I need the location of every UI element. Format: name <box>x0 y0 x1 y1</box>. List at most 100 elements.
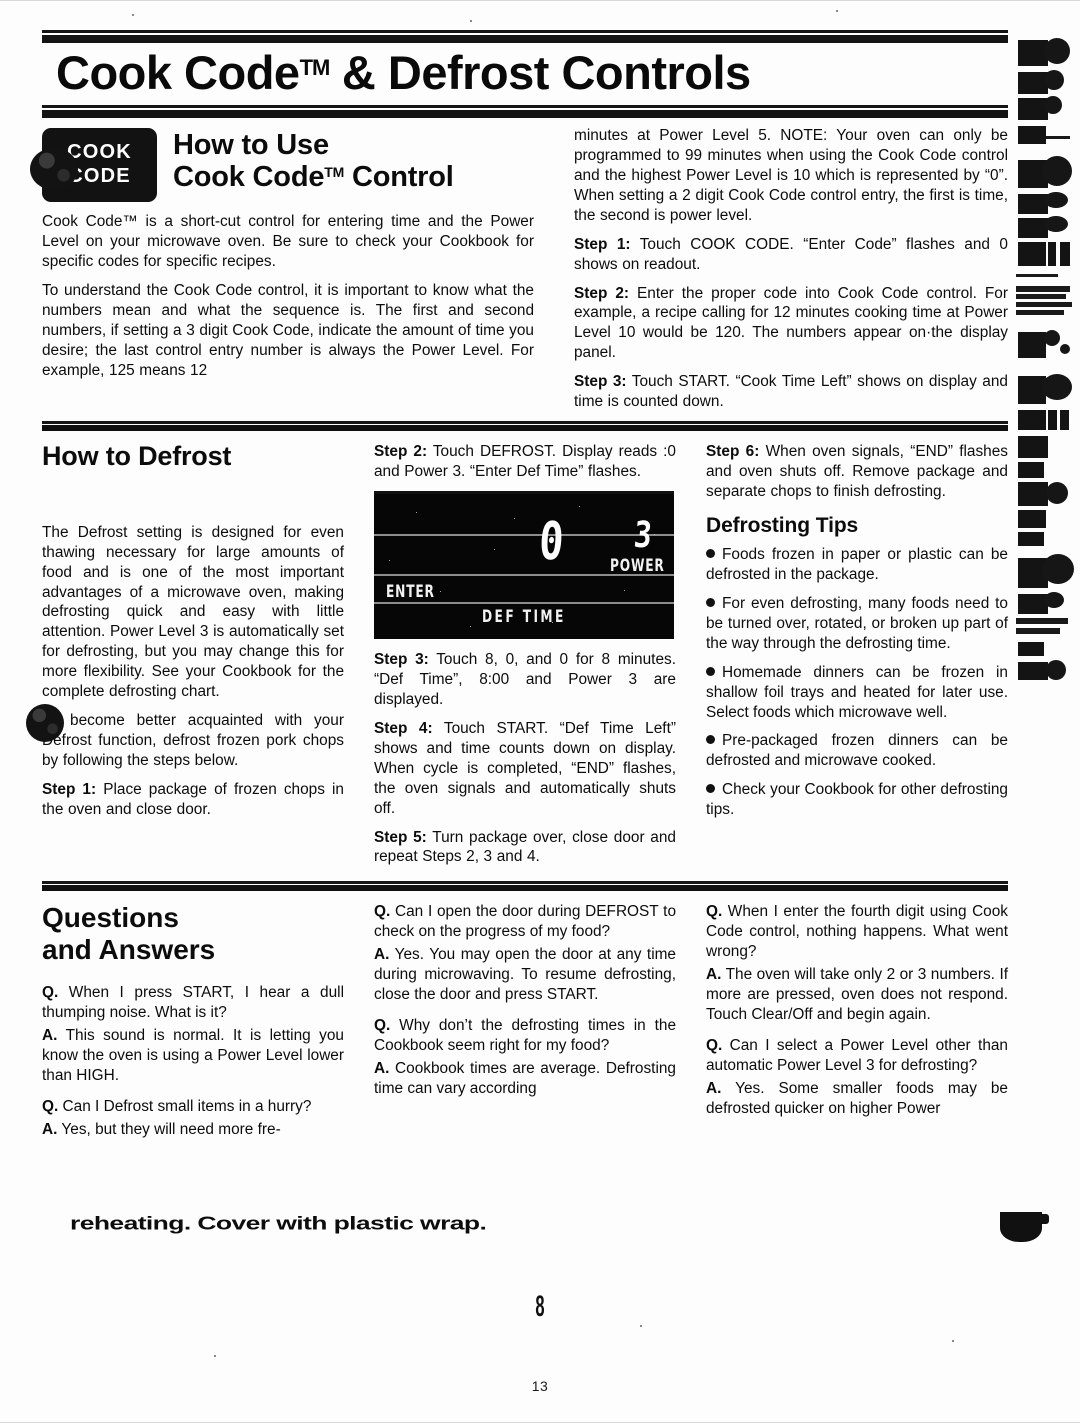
how-to-use-heading: How to Use Cook CodeTM Control <box>173 126 454 194</box>
qa-item-2-a-text: Yes, but they will need more fre- <box>57 1120 281 1138</box>
scan-blob-artifact-top-left <box>30 148 78 190</box>
defrost-step-3: Step 3: Touch 8, 0, and 0 for 8 minutes.… <box>374 650 676 710</box>
qa-item-6-answer: A. Yes. Some smaller foods may be defros… <box>706 1079 1008 1119</box>
masthead: Cook CodeTM & Defrost Controls <box>42 30 1008 118</box>
bullet-icon <box>706 597 715 607</box>
qa-item-3-q-text: Can I open the door during DEFROST to ch… <box>374 903 676 941</box>
qa-item-5-question: Q. When I enter the fourth digit using C… <box>706 902 1008 962</box>
bullet-icon <box>706 548 715 558</box>
display-power-label: POWER <box>610 556 665 576</box>
cook-code-step-1-text: Touch COOK CODE. “Enter Code” flashes an… <box>574 235 1008 273</box>
cook-code-step-1: Step 1: Touch COOK CODE. “Enter Code” fl… <box>574 235 1008 275</box>
qa-item-1-answer: A. This sound is normal. It is letting y… <box>42 1026 344 1086</box>
qa-item-1-q-text: When I press START, I hear a dull thumpi… <box>42 984 344 1022</box>
trademark-symbol: TM <box>299 55 331 80</box>
qa-item-5-q-text: When I enter the fourth digit using Cook… <box>706 903 1008 961</box>
qa-item-4-question: Q. Why don’t the defrosting times in the… <box>374 1016 676 1056</box>
display-enter-label: ENTER <box>386 582 435 602</box>
qa-item-5-a-text: The oven will take only 2 or 3 numbers. … <box>706 966 1008 1024</box>
defrosting-tip-5: Check your Cookbook for other defrosting… <box>706 780 1008 820</box>
how-to-use-heading-line1: How to Use <box>173 128 329 161</box>
section-divider-2 <box>42 881 1008 892</box>
qa-item-6-q-text: Can I select a Power Level other than au… <box>706 1037 1008 1074</box>
page-title: Cook CodeTM & Defrost Controls <box>56 49 1008 97</box>
how-to-use-heading-line2-main: Cook Code <box>173 161 325 194</box>
section-divider-1 <box>42 421 1008 432</box>
qa-item-5-answer: A. The oven will take only 2 or 3 number… <box>706 965 1008 1025</box>
qa-column-2: Q. Can I open the door during DEFROST to… <box>374 902 676 1142</box>
defrosting-tip-2-text: For even defrosting, many foods need to … <box>706 594 1008 652</box>
defrost-step-5-label: Step 5: <box>374 828 427 846</box>
qa-item-2-a-tag: A. <box>42 1120 58 1138</box>
display-def-time-label: DEF TIME <box>482 607 566 627</box>
qa-item-4-q-text: Why don’t the defrosting times in the Co… <box>374 1017 676 1054</box>
how-to-defrost-section: How to Defrost The Defrost setting is de… <box>42 442 1008 867</box>
qa-item-4-a-text: Cookbook times are average. Defrosting t… <box>374 1059 676 1097</box>
qa-item-6-q-tag: Q. <box>706 1037 723 1054</box>
questions-answers-heading: Questions and Answers <box>42 902 344 965</box>
qa-item-3-a-text: Yes. You may open the door at any time d… <box>374 946 676 1004</box>
trademark-symbol-2: TM <box>324 164 345 181</box>
cook-code-step-2-text: Enter the proper code into Cook Code con… <box>574 284 1008 362</box>
scan-artifact-distorted-line: reheating. Cover with plastic wrap. <box>70 1212 487 1234</box>
defrost-paragraph-2: To become better acquainted with your De… <box>42 712 344 770</box>
qa-item-6-a-text: Yes. Some smaller foods may be defrosted… <box>706 1079 1008 1117</box>
bullet-icon <box>706 735 715 745</box>
how-to-use-left-column: COOK CODE How to Use Cook CodeTM Control… <box>42 126 534 412</box>
defrost-step-3-label: Step 3: <box>374 651 429 668</box>
page-title-rest: & Defrost Controls <box>329 46 751 99</box>
scan-edge-bleed-artifacts <box>1008 36 1080 680</box>
defrost-step-2: Step 2: Touch DEFROST. Display reads :0 … <box>374 442 676 482</box>
defrost-step-6-label: Step 6: <box>706 443 760 461</box>
qa-item-6-question: Q. Can I select a Power Level other than… <box>706 1036 1008 1076</box>
how-to-defrost-heading: How to Defrost <box>42 441 232 472</box>
defrost-step-1-label: Step 1: <box>42 780 97 798</box>
qa-item-2-q-tag: Q. <box>42 1097 59 1115</box>
qa-item-1-question: Q. When I press START, I hear a dull thu… <box>42 983 344 1023</box>
defrosting-tip-3-text: Homemade dinners can be frozen in shallo… <box>706 663 1008 721</box>
defrost-column-2: Step 2: Touch DEFROST. Display reads :0 … <box>374 442 676 867</box>
defrosting-tip-4-text: Pre-packaged frozen dinners can be defro… <box>706 732 1008 770</box>
how-to-use-heading-line2: Cook CodeTM Control <box>173 161 454 193</box>
cook-code-step-2-label: Step 2: <box>574 284 630 302</box>
how-to-use-right-column: minutes at Power Level 5. NOTE: Your ove… <box>574 126 1008 412</box>
how-to-use-section: COOK CODE How to Use Cook CodeTM Control… <box>42 126 1008 412</box>
how-to-use-paragraph-3: minutes at Power Level 5. NOTE: Your ove… <box>574 126 1008 224</box>
qa-item-6-a-tag: A. <box>706 1079 722 1097</box>
page-content: Cook CodeTM & Defrost Controls COOK CODE… <box>42 30 1008 1143</box>
defrost-step-4-label: Step 4: <box>374 719 433 737</box>
oven-display-panel-image: 0 3 POWER ENTER DEF TIME <box>374 491 674 639</box>
bullet-icon <box>706 784 715 794</box>
qa-item-3-q-tag: Q. <box>374 903 391 921</box>
defrosting-tip-3: Homemade dinners can be frozen in shallo… <box>706 663 1008 723</box>
defrost-step-5: Step 5: Turn package over, close door an… <box>374 828 676 868</box>
qa-column-3: Q. When I enter the fourth digit using C… <box>706 902 1008 1142</box>
masthead-top-rule <box>42 30 1008 43</box>
how-to-use-paragraph-2: To understand the Cook Code control, it … <box>42 281 534 379</box>
questions-answers-heading-line2: and Answers <box>42 933 216 965</box>
qa-item-3-a-tag: A. <box>374 946 390 964</box>
display-power-digit: 3 <box>632 515 654 556</box>
how-to-use-paragraph-1: Cook Code™ is a short-cut control for en… <box>42 212 534 270</box>
scanned-page: Cook CodeTM & Defrost Controls COOK CODE… <box>0 0 1080 1423</box>
qa-item-4-q-tag: Q. <box>374 1017 391 1035</box>
defrosting-tips-heading: Defrosting Tips <box>706 513 859 537</box>
qa-item-5-q-tag: Q. <box>706 903 723 921</box>
scan-blob-artifact-bottom-right <box>1000 1212 1049 1242</box>
defrosting-tip-4: Pre-packaged frozen dinners can be defro… <box>706 731 1008 771</box>
qa-item-2-answer: A. Yes, but they will need more fre- <box>42 1120 344 1140</box>
masthead-bottom-rule <box>42 104 1008 118</box>
defrosting-tip-1: Foods frozen in paper or plastic can be … <box>706 545 1008 585</box>
qa-item-4-answer: A. Cookbook times are average. Defrostin… <box>374 1059 676 1099</box>
defrost-step-4: Step 4: Touch START. “Def Time Left” sho… <box>374 719 676 819</box>
qa-item-3-question: Q. Can I open the door during DEFROST to… <box>374 902 676 942</box>
cook-code-step-3-label: Step 3: <box>574 373 627 391</box>
qa-item-2-q-text: Can I Defrost small items in a hurry? <box>58 1097 312 1115</box>
defrost-paragraph-1: The Defrost setting is designed for even… <box>42 523 344 701</box>
qa-item-1-q-tag: Q. <box>42 984 59 1002</box>
qa-item-4-a-tag: A. <box>374 1059 390 1077</box>
defrosting-tip-1-text: Foods frozen in paper or plastic can be … <box>706 545 1008 583</box>
how-to-use-heading-row: COOK CODE How to Use Cook CodeTM Control <box>42 126 534 202</box>
cook-code-step-3-text: Touch START. “Cook Time Left” shows on d… <box>574 373 1008 411</box>
cook-code-step-2: Step 2: Enter the proper code into Cook … <box>574 284 1008 364</box>
